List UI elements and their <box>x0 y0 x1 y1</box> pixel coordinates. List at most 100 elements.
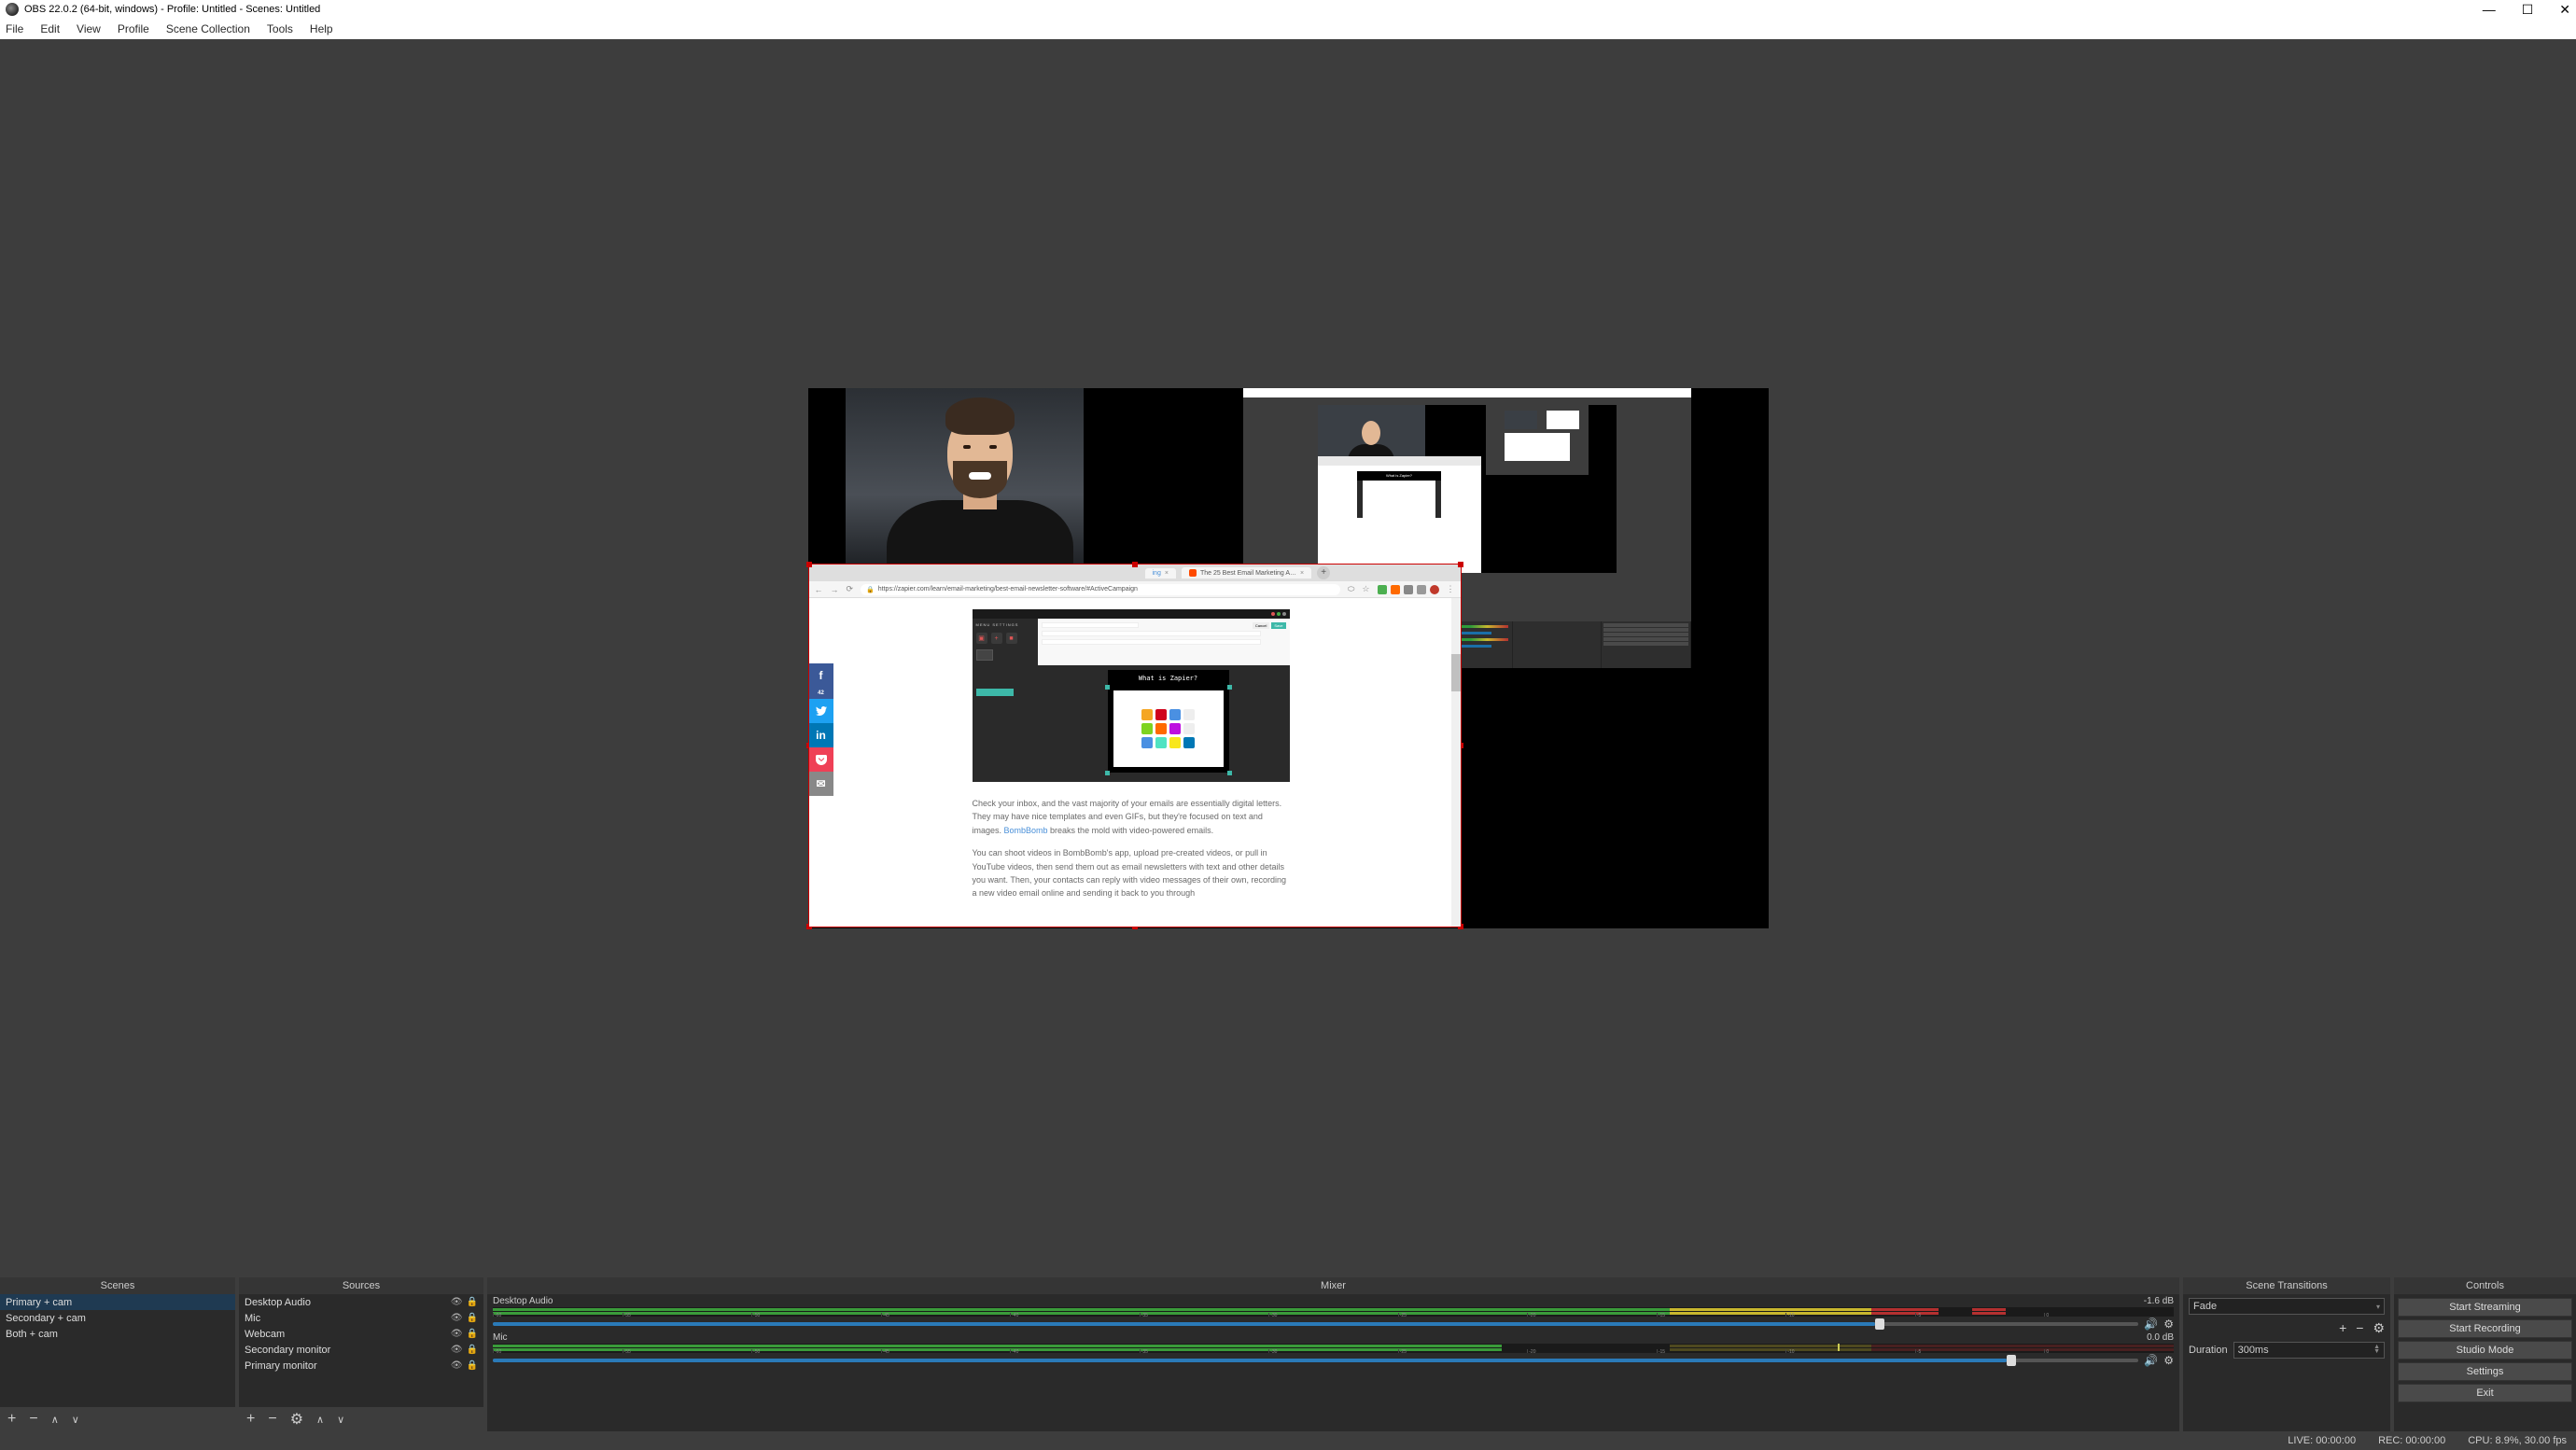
menu-help[interactable]: Help <box>310 22 333 35</box>
window-title: OBS 22.0.2 (64-bit, windows) - Profile: … <box>24 4 320 15</box>
controls-header: Controls <box>2394 1277 2576 1294</box>
source-up-icon[interactable]: ∧ <box>316 1414 324 1426</box>
channel-name: Desktop Audio <box>493 1296 553 1306</box>
chevron-down-icon: ▾ <box>2376 1303 2380 1311</box>
transitions-header: Scene Transitions <box>2183 1277 2390 1294</box>
add-source-icon[interactable]: + <box>246 1411 255 1428</box>
forward-icon: → <box>831 585 839 594</box>
controls-dock: Controls Start Streaming Start Recording… <box>2394 1277 2576 1431</box>
menu-file[interactable]: File <box>6 22 23 35</box>
source-item[interactable]: Webcam 👁🔒 <box>239 1326 483 1342</box>
status-live: LIVE: 00:00:00 <box>2288 1435 2356 1446</box>
facebook-count: 42 <box>809 688 833 699</box>
lock-icon[interactable]: 🔒 <box>467 1329 478 1339</box>
resize-handle[interactable] <box>806 562 812 567</box>
eye-icon[interactable]: 👁 <box>451 1345 463 1355</box>
chevron-down-icon[interactable]: ▼ <box>2373 1349 2380 1354</box>
start-recording-button[interactable]: Start Recording <box>2398 1319 2572 1338</box>
facebook-icon: f <box>809 663 833 688</box>
menu-view[interactable]: View <box>77 22 101 35</box>
scene-item[interactable]: Both + cam <box>0 1326 235 1342</box>
resize-handle[interactable] <box>1458 562 1463 567</box>
source-properties-icon[interactable]: ⚙ <box>290 1410 303 1429</box>
mixer-header: Mixer <box>487 1277 2179 1294</box>
url-text: https://zapier.com/learn/email-marketing… <box>878 586 1138 593</box>
gear-icon[interactable]: ⚙ <box>2163 1354 2174 1367</box>
settings-button[interactable]: Settings <box>2398 1362 2572 1381</box>
transitions-dock: Scene Transitions Fade ▾ + − ⚙ Duration … <box>2183 1277 2390 1431</box>
menu-tools[interactable]: Tools <box>267 22 293 35</box>
menu-profile[interactable]: Profile <box>118 22 149 35</box>
channel-db: 0.0 dB <box>2147 1332 2174 1343</box>
lock-icon[interactable]: 🔒 <box>467 1297 478 1307</box>
remove-scene-icon[interactable]: − <box>29 1411 37 1428</box>
start-streaming-button[interactable]: Start Streaming <box>2398 1298 2572 1317</box>
menu-edit[interactable]: Edit <box>40 22 60 35</box>
duration-spinner[interactable]: 300ms ▲▼ <box>2233 1342 2385 1359</box>
obs-logo-icon <box>6 3 19 16</box>
volume-slider[interactable] <box>493 1359 2138 1362</box>
reload-icon: ⟳ <box>847 584 854 594</box>
volume-slider[interactable] <box>493 1322 2138 1326</box>
menu-scene-collection[interactable]: Scene Collection <box>166 22 250 35</box>
source-item[interactable]: Mic 👁🔒 <box>239 1310 483 1326</box>
resize-handle[interactable] <box>1132 562 1138 567</box>
close-icon[interactable]: ✕ <box>2559 2 2570 18</box>
channel-db: -1.6 dB <box>2144 1296 2174 1306</box>
browser-tab: ing× <box>1145 568 1176 579</box>
scenes-list[interactable]: Primary + cam Secondary + cam Both + cam <box>0 1294 235 1407</box>
source-webcam[interactable] <box>808 388 1152 565</box>
lock-icon[interactable]: 🔒 <box>467 1313 478 1323</box>
status-cpu: CPU: 8.9%, 30.00 fps <box>2468 1435 2567 1446</box>
speaker-icon[interactable]: 🔊 <box>2144 1318 2158 1331</box>
scenes-header: Scenes <box>0 1277 235 1294</box>
remove-source-icon[interactable]: − <box>268 1411 276 1428</box>
source-item[interactable]: Desktop Audio 👁🔒 <box>239 1294 483 1310</box>
mixer-dock: Mixer Desktop Audio -1.6 dB <box>487 1277 2179 1431</box>
new-tab-icon: + <box>1317 566 1330 579</box>
mixer-channel: Mic 0.0 dB -60-55-50-45-40-35-30-25-20-1… <box>493 1332 2174 1367</box>
window-titlebar: OBS 22.0.2 (64-bit, windows) - Profile: … <box>0 0 2576 19</box>
eye-icon[interactable]: 👁 <box>451 1360 463 1371</box>
source-primary-monitor[interactable]: ing× The 25 Best Email Marketing A… × + … <box>808 564 1462 927</box>
audio-meter: -60-55-50-45-40-35-30-25-20-15-10-50 <box>493 1307 2174 1317</box>
preview-area[interactable]: What is Zapier? <box>0 39 2576 1277</box>
lock-icon: 🔒 <box>866 586 875 593</box>
transition-select[interactable]: Fade ▾ <box>2189 1298 2385 1315</box>
eye-icon[interactable]: 👁 <box>451 1313 463 1323</box>
remove-transition-icon[interactable]: − <box>2356 1320 2363 1336</box>
audio-meter: -60-55-50-45-40-35-30-25-20-15-10-50 <box>493 1344 2174 1353</box>
scenes-dock: Scenes Primary + cam Secondary + cam Bot… <box>0 1277 235 1431</box>
menu-bar: File Edit View Profile Scene Collection … <box>0 19 2576 39</box>
maximize-icon[interactable]: ☐ <box>2522 2 2534 18</box>
transition-gear-icon[interactable]: ⚙ <box>2373 1320 2385 1336</box>
scene-up-icon[interactable]: ∧ <box>51 1414 59 1426</box>
minimize-icon[interactable]: — <box>2483 2 2496 18</box>
eye-icon[interactable]: 👁 <box>451 1329 463 1339</box>
lock-icon[interactable]: 🔒 <box>467 1345 478 1355</box>
source-item[interactable]: Primary monitor 👁🔒 <box>239 1358 483 1373</box>
add-scene-icon[interactable]: + <box>7 1411 16 1428</box>
twitter-icon <box>809 699 833 723</box>
eye-icon[interactable]: 👁 <box>451 1297 463 1307</box>
preview-canvas[interactable]: What is Zapier? <box>808 388 1769 928</box>
add-transition-icon[interactable]: + <box>2339 1320 2346 1336</box>
scene-down-icon[interactable]: ∨ <box>72 1414 79 1426</box>
back-icon: ← <box>815 585 823 594</box>
exit-button[interactable]: Exit <box>2398 1384 2572 1402</box>
source-down-icon[interactable]: ∨ <box>337 1414 344 1426</box>
speaker-icon[interactable]: 🔊 <box>2144 1354 2158 1367</box>
email-icon: ✉ <box>809 772 833 796</box>
studio-mode-button[interactable]: Studio Mode <box>2398 1341 2572 1359</box>
duration-label: Duration <box>2189 1345 2228 1356</box>
scene-item[interactable]: Secondary + cam <box>0 1310 235 1326</box>
status-rec: REC: 00:00:00 <box>2378 1435 2445 1446</box>
status-bar: LIVE: 00:00:00 REC: 00:00:00 CPU: 8.9%, … <box>0 1431 2576 1450</box>
source-item[interactable]: Secondary monitor 👁🔒 <box>239 1342 483 1358</box>
lock-icon[interactable]: 🔒 <box>467 1360 478 1371</box>
browser-tab-active: The 25 Best Email Marketing A… × <box>1182 567 1311 579</box>
gear-icon[interactable]: ⚙ <box>2163 1318 2174 1331</box>
sources-list[interactable]: Desktop Audio 👁🔒 Mic 👁🔒 Webcam 👁🔒 Second… <box>239 1294 483 1407</box>
mixer-channel: Desktop Audio -1.6 dB -60-55-50-45- <box>493 1296 2174 1331</box>
scene-item[interactable]: Primary + cam <box>0 1294 235 1310</box>
